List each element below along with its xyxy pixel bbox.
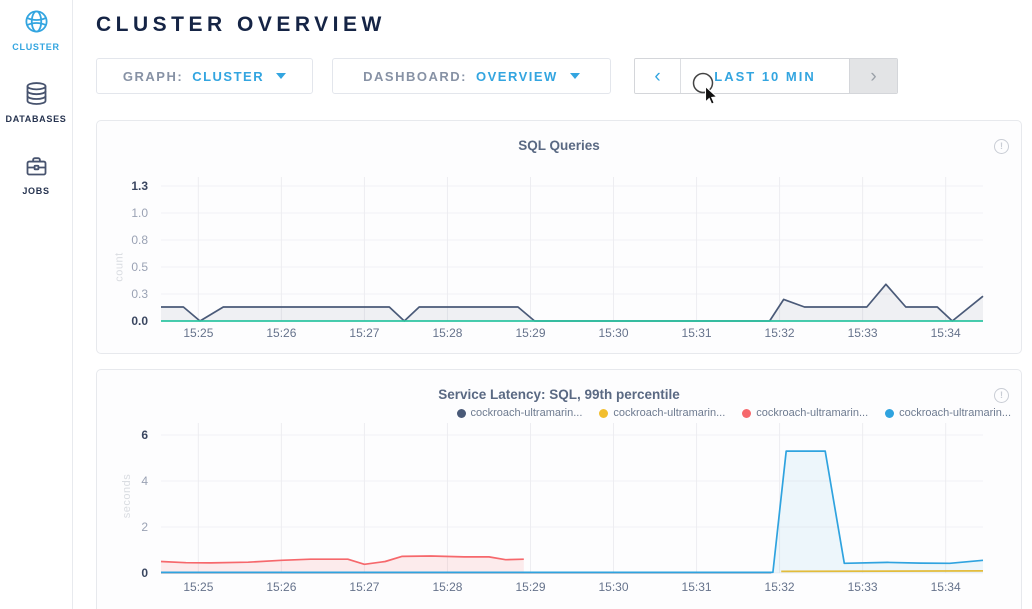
y-axis-unit-label: count — [114, 252, 126, 281]
svg-text:15:34: 15:34 — [931, 580, 961, 594]
svg-text:15:30: 15:30 — [598, 326, 628, 340]
sidebar-item-jobs[interactable]: JOBS — [22, 152, 49, 196]
svg-text:15:33: 15:33 — [848, 580, 878, 594]
databases-icon — [23, 80, 50, 107]
legend-label: cockroach-ultramarin... — [756, 407, 868, 419]
sidebar-item-cluster[interactable]: CLUSTER — [12, 8, 59, 52]
dashboard-dropdown[interactable]: DASHBOARD: OVERVIEW — [332, 58, 611, 94]
controls-bar: GRAPH: CLUSTER DASHBOARD: OVERVIEW ‹ LAS… — [96, 58, 1032, 94]
svg-text:15:32: 15:32 — [765, 326, 795, 340]
legend-dot-icon — [885, 409, 894, 418]
svg-text:15:27: 15:27 — [349, 580, 379, 594]
legend-item[interactable]: cockroach-ultramarin... — [599, 407, 725, 419]
legend-label: cockroach-ultramarin... — [471, 407, 583, 419]
svg-text:2: 2 — [141, 520, 148, 534]
legend-label: cockroach-ultramarin... — [899, 407, 1011, 419]
svg-text:0.8: 0.8 — [131, 233, 148, 247]
briefcase-icon — [23, 152, 50, 179]
graph-dropdown-label: GRAPH: — [123, 69, 183, 84]
svg-text:15:30: 15:30 — [598, 580, 628, 594]
legend-item[interactable]: cockroach-ultramarin... — [885, 407, 1011, 419]
legend-item[interactable]: cockroach-ultramarin... — [457, 407, 583, 419]
svg-text:1.3: 1.3 — [131, 179, 148, 193]
svg-text:15:29: 15:29 — [515, 326, 545, 340]
svg-text:15:29: 15:29 — [515, 580, 545, 594]
legend-dot-icon — [742, 409, 751, 418]
svg-text:15:33: 15:33 — [848, 326, 878, 340]
sidebar-item-databases[interactable]: DATABASES — [6, 80, 67, 124]
y-axis-unit-label: seconds — [121, 474, 133, 518]
svg-text:15:34: 15:34 — [931, 326, 961, 340]
svg-text:15:31: 15:31 — [682, 580, 712, 594]
svg-text:4: 4 — [141, 474, 148, 488]
svg-text:15:27: 15:27 — [349, 326, 379, 340]
svg-text:0.3: 0.3 — [131, 287, 148, 301]
service-latency-chart[interactable]: 0 2 4 6 15:25 15:26 15:27 15:28 15:29 15:30 15:31 1… — [97, 421, 1021, 606]
graph-dropdown[interactable]: GRAPH: CLUSTER — [96, 58, 313, 94]
chart-title: SQL Queries — [97, 121, 1021, 153]
legend-item[interactable]: cockroach-ultramarin... — [742, 407, 868, 419]
sidebar-item-label: DATABASES — [6, 114, 67, 124]
svg-text:1.0: 1.0 — [131, 206, 148, 220]
legend-dot-icon — [457, 409, 466, 418]
sql-queries-panel: SQL Queries ! count 0.0 0.3 0.5 0.8 1.0 1.3 15… — [96, 120, 1022, 354]
time-window-selector: ‹ LAST 10 MIN › — [634, 58, 898, 94]
page-title: CLUSTER OVERVIEW — [96, 0, 1032, 37]
time-window-next-button[interactable]: › — [849, 59, 897, 93]
svg-text:15:31: 15:31 — [682, 326, 712, 340]
sidebar-item-label: JOBS — [22, 186, 49, 196]
svg-text:15:25: 15:25 — [183, 326, 213, 340]
svg-text:15:25: 15:25 — [183, 580, 213, 594]
chart-legend: cockroach-ultramarin... cockroach-ultrama… — [97, 407, 1021, 419]
caret-down-icon — [276, 73, 286, 79]
svg-text:15:32: 15:32 — [765, 580, 795, 594]
dashboard-dropdown-label: DASHBOARD: — [363, 69, 467, 84]
svg-text:0.0: 0.0 — [131, 314, 148, 328]
svg-text:0: 0 — [141, 566, 148, 580]
time-window-label[interactable]: LAST 10 MIN — [681, 59, 849, 93]
svg-text:0.5: 0.5 — [131, 260, 148, 274]
svg-text:15:26: 15:26 — [266, 580, 296, 594]
globe-icon — [23, 8, 50, 35]
sidebar: CLUSTER DATABASES JOBS — [0, 0, 73, 609]
chart-title: Service Latency: SQL, 99th percentile — [97, 370, 1021, 402]
info-icon[interactable]: ! — [994, 388, 1009, 403]
sql-queries-chart[interactable]: 0.0 0.3 0.5 0.8 1.0 1.3 15:25 15:26 15:27 15:28 15… — [97, 155, 1021, 347]
service-latency-panel: Service Latency: SQL, 99th percentile ! … — [96, 369, 1022, 609]
legend-label: cockroach-ultramarin... — [613, 407, 725, 419]
caret-down-icon — [570, 73, 580, 79]
time-window-prev-button[interactable]: ‹ — [635, 59, 681, 93]
dashboard-dropdown-value: OVERVIEW — [476, 69, 558, 84]
sidebar-item-label: CLUSTER — [12, 42, 59, 52]
svg-text:15:28: 15:28 — [432, 326, 462, 340]
legend-dot-icon — [599, 409, 608, 418]
svg-text:15:26: 15:26 — [266, 326, 296, 340]
svg-text:15:28: 15:28 — [432, 580, 462, 594]
svg-text:6: 6 — [141, 428, 148, 442]
graph-dropdown-value: CLUSTER — [192, 69, 264, 84]
info-icon[interactable]: ! — [994, 139, 1009, 154]
main-content: CLUSTER OVERVIEW GRAPH: CLUSTER DASHBOAR… — [73, 0, 1032, 609]
